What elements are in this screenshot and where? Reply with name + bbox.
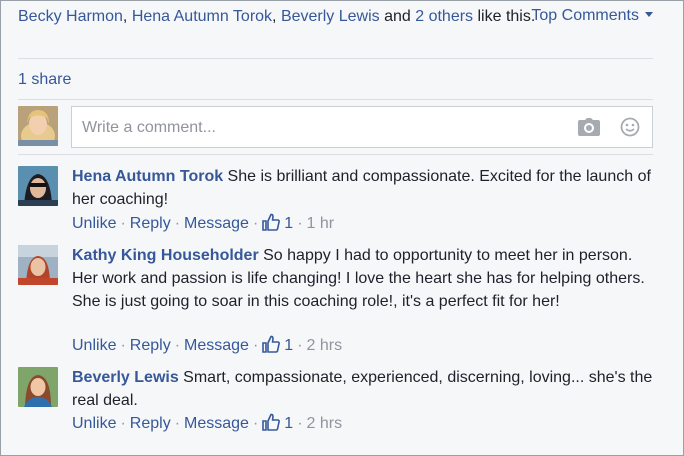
comment-author-link[interactable]: Kathy King Householder bbox=[72, 247, 259, 264]
separator-dot: · bbox=[297, 337, 303, 354]
comment-body: Hena Autumn Torok She is brilliant and c… bbox=[72, 165, 662, 211]
unlike-link[interactable]: Unlike bbox=[72, 215, 116, 232]
divider bbox=[18, 58, 653, 59]
separator-dot: · bbox=[174, 337, 181, 354]
separator-dot: · bbox=[297, 215, 303, 232]
divider bbox=[18, 99, 653, 100]
avatar[interactable] bbox=[18, 106, 58, 146]
thumbs-up-icon[interactable] bbox=[262, 213, 281, 237]
likes-suffix: like this. bbox=[473, 8, 536, 25]
sort-label: Top Comments bbox=[531, 7, 639, 24]
comment-body: Beverly Lewis Smart, compassionate, expe… bbox=[72, 366, 662, 412]
separator-dot: · bbox=[120, 215, 126, 232]
comment-body: Kathy King Householder So happy I had to… bbox=[72, 244, 662, 313]
separator-dot: · bbox=[120, 415, 126, 432]
comment-author-link[interactable]: Beverly Lewis bbox=[72, 369, 179, 386]
reply-link[interactable]: Reply bbox=[130, 415, 171, 432]
thumbs-up-icon[interactable] bbox=[262, 335, 281, 359]
separator-dot: · bbox=[174, 215, 181, 232]
reply-link[interactable]: Reply bbox=[130, 215, 171, 232]
reply-link[interactable]: Reply bbox=[130, 337, 171, 354]
liker-link[interactable]: Becky Harmon bbox=[18, 8, 123, 25]
comment-input[interactable] bbox=[80, 115, 564, 141]
shares-link[interactable]: 1 share bbox=[18, 71, 71, 89]
message-link[interactable]: Message bbox=[184, 337, 249, 354]
comment-timestamp[interactable]: 1 hr bbox=[307, 215, 335, 232]
chevron-down-icon bbox=[645, 11, 653, 17]
comment-timestamp[interactable]: 2 hrs bbox=[307, 337, 343, 354]
comment-actions: Unlike · Reply · Message · 1 · 1 hr bbox=[72, 213, 334, 237]
separator: , bbox=[122, 8, 132, 25]
comment-author-link[interactable]: Hena Autumn Torok bbox=[72, 168, 223, 185]
like-count[interactable]: 1 bbox=[284, 215, 293, 232]
like-count[interactable]: 1 bbox=[284, 415, 293, 432]
avatar[interactable] bbox=[18, 166, 58, 206]
message-link[interactable]: Message bbox=[184, 415, 249, 432]
unlike-link[interactable]: Unlike bbox=[72, 415, 116, 432]
separator-dot: · bbox=[252, 215, 259, 232]
comment-actions: Unlike · Reply · Message · 1 · 2 hrs bbox=[72, 413, 342, 437]
avatar[interactable] bbox=[18, 367, 58, 407]
liker-link[interactable]: Hena Autumn Torok bbox=[132, 8, 272, 25]
like-count[interactable]: 1 bbox=[284, 337, 293, 354]
likes-and-text: and bbox=[379, 8, 416, 25]
separator-dot: · bbox=[120, 337, 126, 354]
liker-link[interactable]: Beverly Lewis bbox=[281, 8, 380, 25]
message-link[interactable]: Message bbox=[184, 215, 249, 232]
comment-actions: Unlike · Reply · Message · 1 · 2 hrs bbox=[72, 335, 342, 359]
comment-timestamp[interactable]: 2 hrs bbox=[307, 415, 343, 432]
separator: , bbox=[272, 8, 281, 25]
separator-dot: · bbox=[297, 415, 303, 432]
others-link[interactable]: 2 others bbox=[415, 8, 473, 25]
comment-composer[interactable] bbox=[71, 106, 653, 148]
camera-icon[interactable] bbox=[578, 118, 600, 141]
separator-dot: · bbox=[252, 415, 259, 432]
separator-dot: · bbox=[174, 415, 181, 432]
divider bbox=[18, 154, 653, 155]
separator-dot: · bbox=[252, 337, 259, 354]
comments-panel: Becky Harmon, Hena Autumn Torok, Beverly… bbox=[0, 0, 684, 456]
unlike-link[interactable]: Unlike bbox=[72, 337, 116, 354]
top-comments-dropdown[interactable]: Top Comments bbox=[531, 6, 653, 26]
thumbs-up-icon[interactable] bbox=[262, 413, 281, 437]
avatar[interactable] bbox=[18, 245, 58, 285]
smiley-icon[interactable] bbox=[620, 117, 640, 142]
